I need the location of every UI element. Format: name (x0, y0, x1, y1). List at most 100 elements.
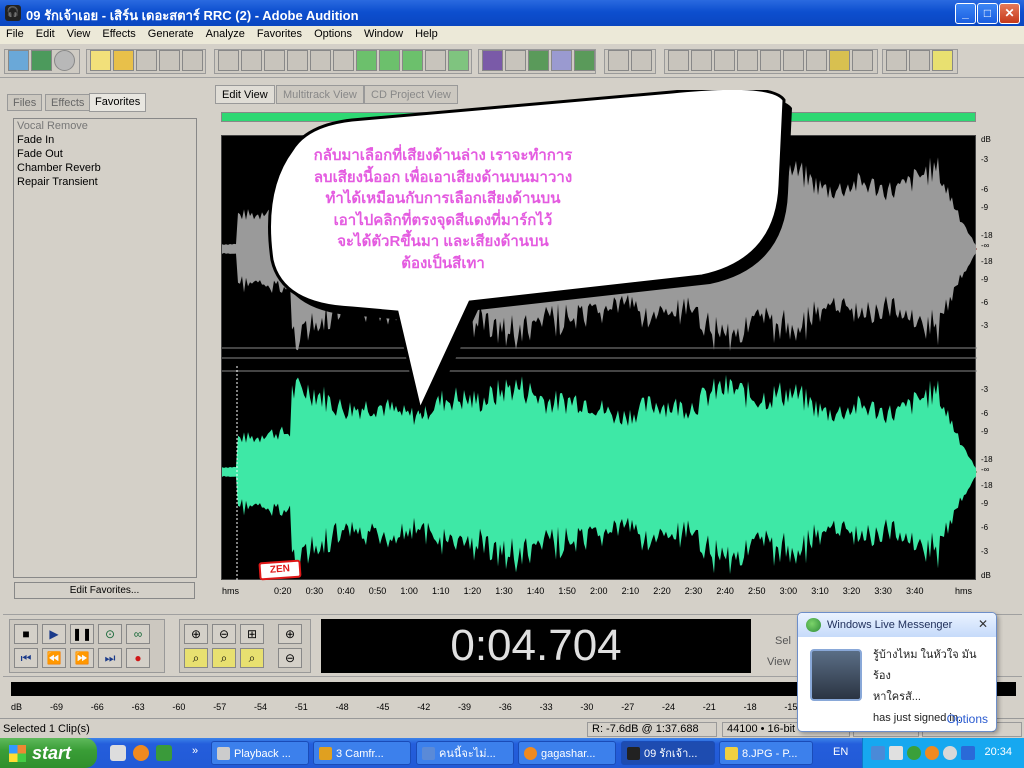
minimize-button[interactable]: _ (955, 3, 976, 24)
app-icon[interactable]: 🎧 (5, 5, 21, 21)
video-icon[interactable] (714, 50, 735, 71)
start-button[interactable]: start (0, 738, 97, 768)
tray-security-icon[interactable] (961, 746, 975, 760)
loop-icon[interactable]: ∞ (126, 624, 150, 644)
menu-edit[interactable]: Edit (30, 26, 61, 40)
settings-icon[interactable] (886, 50, 907, 71)
stop-icon[interactable]: ■ (14, 624, 38, 644)
menu-options[interactable]: Options (308, 26, 358, 40)
menu-help[interactable]: Help (409, 26, 444, 40)
edit-favorites-button[interactable]: Edit Favorites... (14, 582, 195, 599)
zoom-full-icon[interactable]: ⊞ (240, 624, 264, 644)
redo-icon[interactable] (241, 50, 262, 71)
menu-view[interactable]: View (61, 26, 97, 40)
status-window-icon[interactable] (852, 50, 873, 71)
play-icon[interactable]: ▶ (42, 624, 66, 644)
list-item[interactable]: Vocal Remove (14, 119, 196, 133)
open-file-icon[interactable] (113, 50, 134, 71)
tab-multitrack-view[interactable]: Multitrack View (276, 85, 364, 104)
time-selection-tool-icon[interactable] (608, 50, 629, 71)
quicklaunch-firefox-icon[interactable] (133, 745, 149, 761)
tray-messenger-icon[interactable] (907, 746, 921, 760)
language-indicator[interactable]: EN (833, 746, 848, 758)
channel-marker-label[interactable]: ZEN (258, 559, 302, 581)
menu-window[interactable]: Window (358, 26, 409, 40)
markers-icon[interactable] (551, 50, 572, 71)
tab-files[interactable]: Files (7, 94, 43, 111)
list-item[interactable]: Repair Transient (14, 175, 196, 189)
menu-file[interactable]: File (0, 26, 30, 40)
messenger-options-link[interactable]: Options (947, 712, 988, 726)
snap-icon[interactable] (505, 50, 526, 71)
transport-icon[interactable] (737, 50, 758, 71)
zoom-left-icon[interactable]: ⌕ (184, 648, 208, 668)
tray-volume-icon[interactable] (943, 746, 957, 760)
tab-edit-view[interactable]: Edit View (215, 85, 275, 104)
fast-forward-icon[interactable]: ⏩ (70, 648, 94, 668)
play-to-end-icon[interactable]: ⊙ (98, 624, 122, 644)
cut-icon[interactable] (333, 50, 354, 71)
help-icon[interactable] (932, 50, 953, 71)
organizer-icon[interactable] (668, 50, 689, 71)
time-window-icon[interactable] (783, 50, 804, 71)
zoom-out-vertical-icon[interactable]: ⊖ (278, 648, 302, 668)
go-to-start-icon[interactable]: ⏮ (14, 648, 38, 668)
menu-favorites[interactable]: Favorites (251, 26, 308, 40)
zoom-right-icon[interactable]: ⌕ (212, 648, 236, 668)
waveform-view-icon[interactable] (8, 50, 29, 71)
list-item[interactable]: Chamber Reverb (14, 161, 196, 175)
trim-icon[interactable] (425, 50, 446, 71)
multitrack-view-icon[interactable] (31, 50, 52, 71)
info-icon[interactable] (691, 50, 712, 71)
pause-icon[interactable]: ❚❚ (70, 624, 94, 644)
save-all-icon[interactable] (182, 50, 203, 71)
tray-app-icon[interactable] (925, 746, 939, 760)
preferences-icon[interactable] (909, 50, 930, 71)
spectral-view-icon[interactable] (482, 50, 503, 71)
undo-icon[interactable] (218, 50, 239, 71)
tray-display-icon[interactable] (889, 746, 903, 760)
waveform-overview-bar[interactable] (221, 112, 976, 122)
taskbar-item[interactable]: 09 รักเจ้า... (621, 741, 715, 765)
repeat-icon[interactable] (264, 50, 285, 71)
rewind-icon[interactable]: ⏪ (42, 648, 66, 668)
quicklaunch-messenger-icon[interactable] (156, 745, 172, 761)
grid-icon[interactable] (528, 50, 549, 71)
cd-view-icon[interactable] (54, 50, 75, 71)
record-icon[interactable]: ● (126, 648, 150, 668)
new-file-icon[interactable] (90, 50, 111, 71)
tab-effects[interactable]: Effects (45, 94, 91, 111)
marquee-tool-icon[interactable] (631, 50, 652, 71)
zoom-window-icon[interactable] (760, 50, 781, 71)
maximize-button[interactable]: □ (977, 3, 998, 24)
zero-cross-icon[interactable] (448, 50, 469, 71)
channel-icon[interactable] (574, 50, 595, 71)
paste-icon[interactable] (356, 50, 377, 71)
list-item[interactable]: Fade In (14, 133, 196, 147)
taskbar-item[interactable]: 3 Camfr... (313, 741, 411, 765)
save-as-icon[interactable] (159, 50, 180, 71)
zoom-in-horizontal-icon[interactable]: ⊕ (184, 624, 208, 644)
close-button[interactable]: ✕ (999, 3, 1020, 24)
taskbar-item[interactable]: Playback ... (211, 741, 309, 765)
level-meter-icon[interactable] (829, 50, 850, 71)
tray-network-icon[interactable] (871, 746, 885, 760)
selection-window-icon[interactable] (806, 50, 827, 71)
list-item[interactable]: Fade Out (14, 147, 196, 161)
tab-cd-project-view[interactable]: CD Project View (364, 85, 458, 104)
go-to-end-icon[interactable]: ⏭ (98, 648, 122, 668)
menu-generate[interactable]: Generate (142, 26, 200, 40)
zoom-selection-icon[interactable]: ⌕ (240, 648, 264, 668)
zoom-out-horizontal-icon[interactable]: ⊖ (212, 624, 236, 644)
save-icon[interactable] (136, 50, 157, 71)
copy-icon[interactable] (287, 50, 308, 71)
taskbar-item[interactable]: gagashar... (518, 741, 616, 765)
menu-analyze[interactable]: Analyze (200, 26, 251, 40)
time-ruler[interactable]: hms 0:20 0:30 0:40 0:50 1:00 1:10 1:20 1:30 1:40 1… (221, 583, 1016, 601)
paste-new-icon[interactable] (379, 50, 400, 71)
messenger-notification[interactable]: Windows Live Messenger ✕ รู้บ้างไหม ในหั… (797, 612, 997, 732)
zoom-in-vertical-icon[interactable]: ⊕ (278, 624, 302, 644)
taskbar-item[interactable]: 8.JPG - P... (719, 741, 813, 765)
quicklaunch-explorer-icon[interactable] (110, 745, 126, 761)
close-icon[interactable]: ✕ (976, 618, 990, 632)
